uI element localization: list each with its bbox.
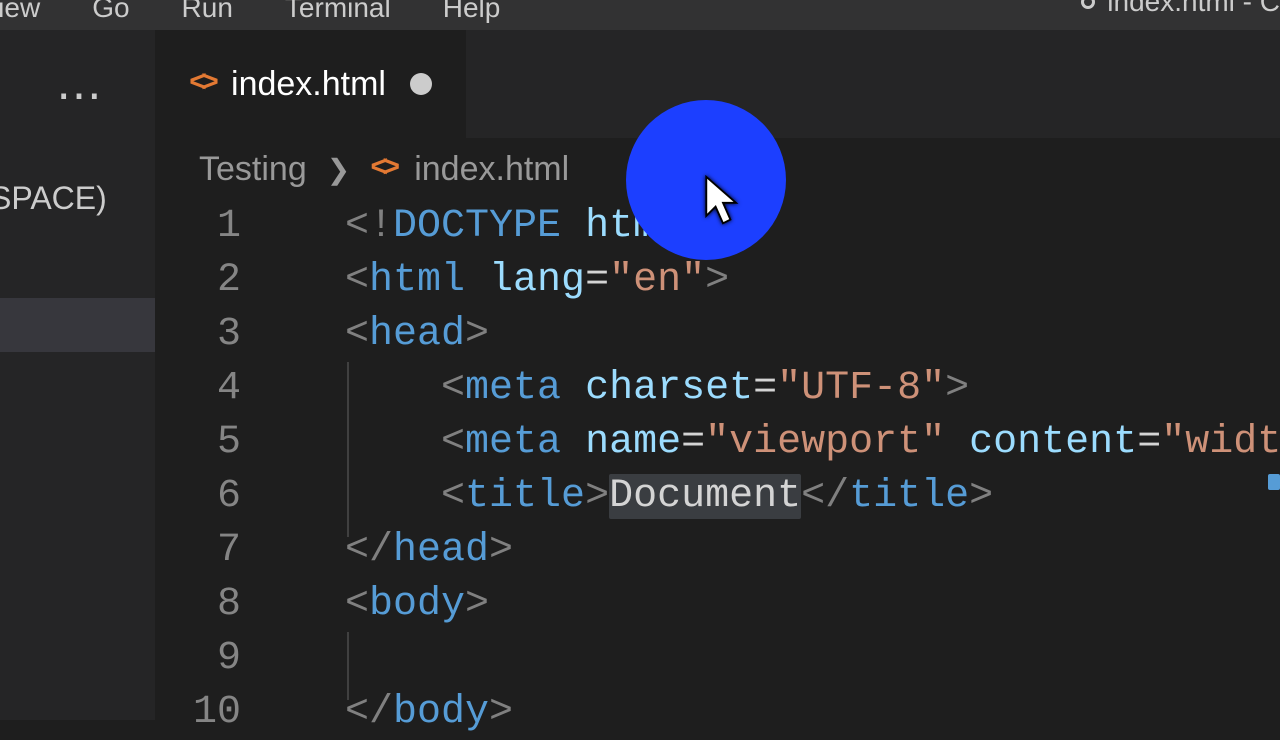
breadcrumb-folder[interactable]: Testing xyxy=(199,150,307,189)
code-line[interactable]: <meta charset="UTF-8"> xyxy=(345,362,1280,416)
line-number: 8 xyxy=(155,578,289,632)
line-number: 7 xyxy=(155,524,289,578)
breadcrumb-file[interactable]: index.html xyxy=(414,150,569,189)
more-icon[interactable]: ⋯ xyxy=(56,68,108,125)
code-line[interactable]: <!DOCTYPE html> xyxy=(345,200,1280,254)
code-line[interactable]: </head> xyxy=(345,524,1280,578)
code-lines[interactable]: <!DOCTYPE html><html lang="en"><head> <m… xyxy=(345,200,1280,740)
tab-index-html[interactable]: <> index.html xyxy=(155,30,466,138)
scrollbar-mark xyxy=(1268,474,1280,490)
menu-view[interactable]: View xyxy=(0,0,40,24)
mouse-cursor-icon xyxy=(703,175,743,232)
line-number: 4 xyxy=(155,362,289,416)
line-number: 5 xyxy=(155,416,289,470)
chevron-right-icon: ❯ xyxy=(327,153,350,186)
line-gutter: 12345678910 xyxy=(155,200,289,740)
indent-guide xyxy=(347,362,349,537)
menu-help[interactable]: Help xyxy=(443,0,501,24)
sidebar-section-label: SPACE) xyxy=(0,180,107,217)
line-number: 3 xyxy=(155,308,289,362)
code-line[interactable]: <html lang="en"> xyxy=(345,254,1280,308)
dirty-indicator-icon xyxy=(1081,0,1095,9)
line-number: 9 xyxy=(155,632,289,686)
menu-go[interactable]: Go xyxy=(92,0,129,24)
sidebar: ⋯ SPACE) xyxy=(0,30,155,720)
menu-bar: View Go Run Terminal Help index.html - C xyxy=(0,0,1280,30)
menu-terminal[interactable]: Terminal xyxy=(285,0,391,24)
window-title: index.html - C xyxy=(1081,0,1280,18)
window-title-text: index.html - C xyxy=(1107,0,1280,18)
code-line[interactable]: <meta name="viewport" content="width=de xyxy=(345,416,1280,470)
code-line[interactable]: <title>Document</title> xyxy=(345,470,1280,524)
indent-guide xyxy=(347,632,349,700)
line-number: 2 xyxy=(155,254,289,308)
code-line[interactable]: <body> xyxy=(345,578,1280,632)
code-line[interactable]: </body> xyxy=(345,686,1280,740)
line-number: 1 xyxy=(155,200,289,254)
tab-label: index.html xyxy=(231,65,386,104)
menu-items: View Go Run Terminal Help xyxy=(0,0,500,24)
line-number: 6 xyxy=(155,470,289,524)
line-number: 10 xyxy=(155,686,289,740)
unsaved-dot-icon xyxy=(410,73,432,95)
html-file-icon: <> xyxy=(189,67,213,101)
sidebar-selected-item[interactable] xyxy=(0,298,155,352)
menu-run[interactable]: Run xyxy=(182,0,233,24)
code-line[interactable] xyxy=(345,632,1280,686)
html-file-icon: <> xyxy=(370,152,394,186)
code-line[interactable]: <head> xyxy=(345,308,1280,362)
